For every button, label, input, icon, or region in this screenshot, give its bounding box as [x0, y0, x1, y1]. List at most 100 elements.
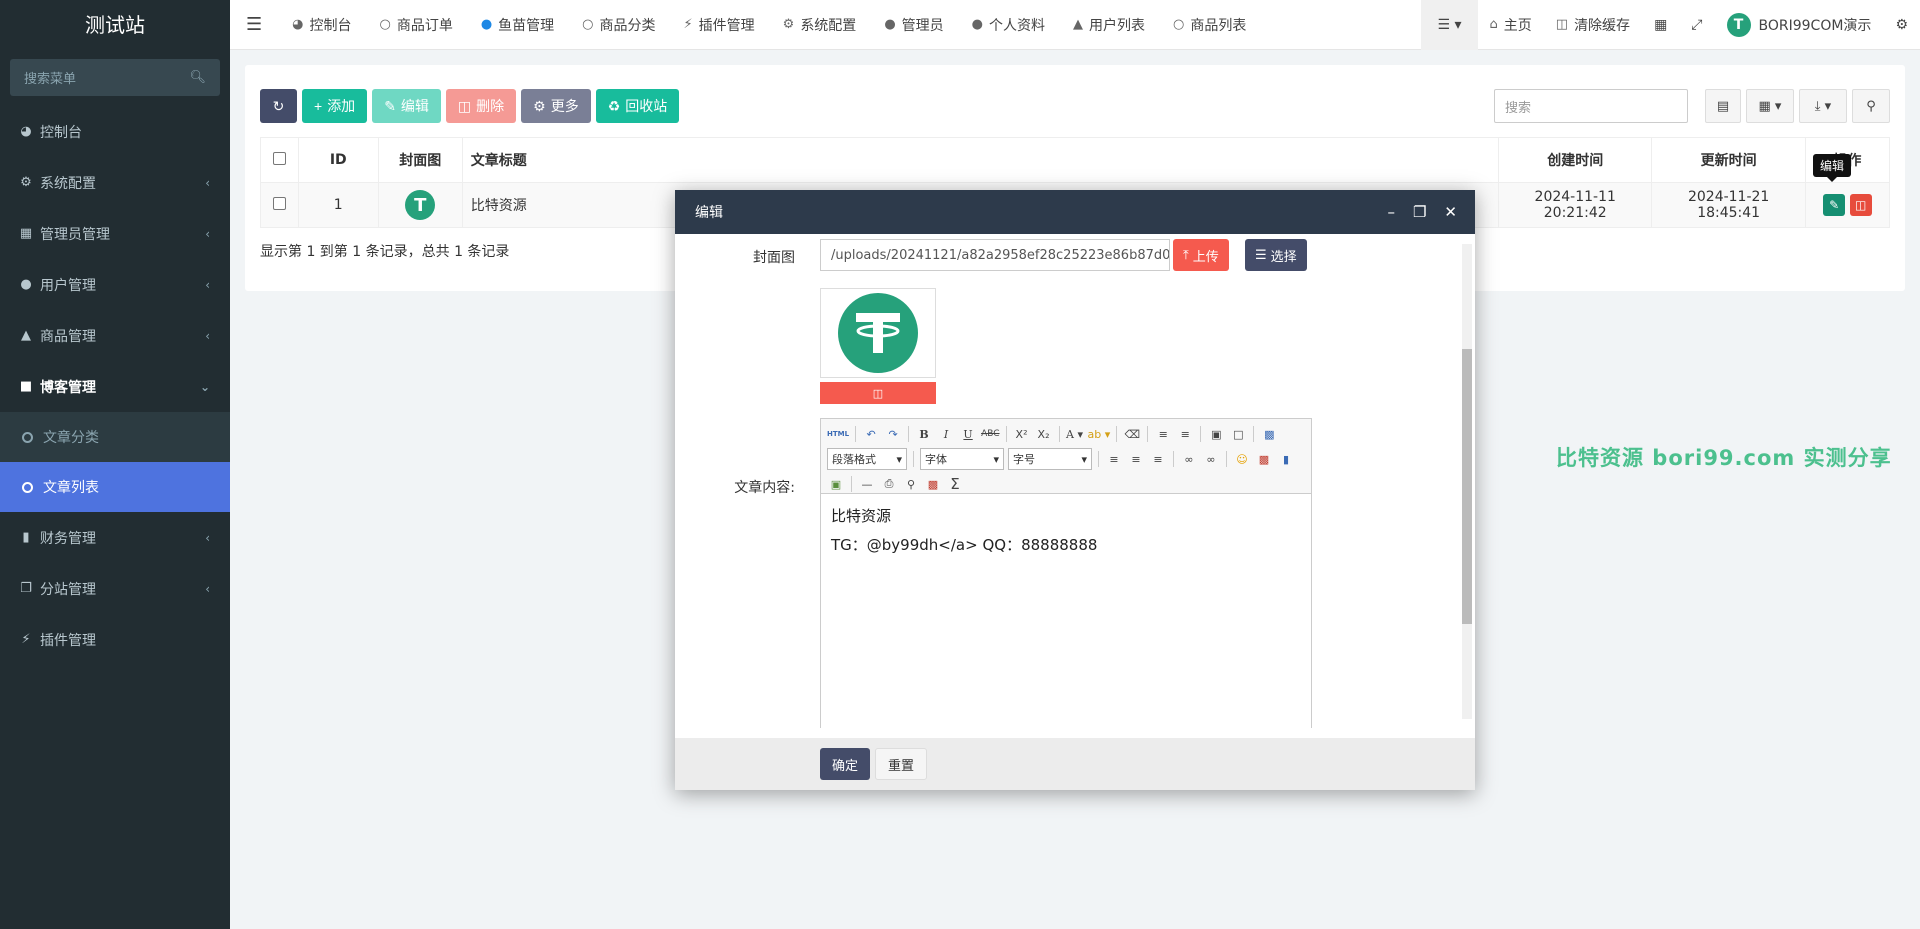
ordered-list-icon[interactable]: ≡	[1154, 425, 1172, 443]
edit-button[interactable]: ✎ 编辑	[372, 89, 441, 123]
translate-icon[interactable]: ▦	[1642, 0, 1679, 50]
sidebar-item-plugins[interactable]: ⚡ 插件管理	[0, 614, 230, 665]
eraser-icon[interactable]: ⌫	[1123, 425, 1141, 443]
topnav-dashboard[interactable]: ◕ 控制台	[278, 0, 365, 50]
font-color-icon[interactable]: A ▾	[1066, 425, 1084, 443]
topnav-plugins[interactable]: ⚡ 插件管理	[670, 0, 769, 50]
underline-icon[interactable]: U	[959, 425, 977, 443]
refresh-button[interactable]: ↻	[260, 89, 297, 123]
user-menu[interactable]: T BORI99COM演示	[1715, 0, 1884, 50]
tether-logo-icon[interactable]: T	[405, 190, 436, 220]
cover-path-input[interactable]: /uploads/20241121/a82a2958ef28c25223e86b…	[820, 239, 1170, 271]
sidebar-item-admin[interactable]: ▦ 管理员管理 ‹	[0, 208, 230, 259]
select-all-icon[interactable]: ▣	[1207, 425, 1225, 443]
strikethrough-icon[interactable]: ABC	[981, 425, 999, 443]
reset-button[interactable]: 重置	[875, 748, 928, 780]
minimize-icon[interactable]: –	[1387, 203, 1395, 221]
align-left-icon[interactable]: ≡	[1105, 450, 1123, 468]
recycle-button[interactable]: ♻ 回收站	[595, 89, 680, 123]
paragraph-format-select[interactable]: 段落格式 ▾	[827, 448, 907, 470]
toggle-view-button[interactable]: ▤	[1705, 89, 1741, 123]
sidebar-item-users[interactable]: ● 用户管理 ‹	[0, 259, 230, 310]
row-checkbox[interactable]	[272, 196, 286, 210]
horizontal-rule-icon[interactable]: —	[858, 475, 876, 493]
video-icon[interactable]: ▮	[1277, 450, 1295, 468]
select-button[interactable]: ☰ 选择	[1245, 239, 1307, 271]
topnav-category[interactable]: ○ 商品分类	[568, 0, 669, 50]
insert-image-icon[interactable]: ▣	[827, 475, 845, 493]
sidebar-item-substation[interactable]: ❐ 分站管理 ‹	[0, 563, 230, 614]
remove-cover-button[interactable]: ◫	[820, 382, 936, 404]
hamburger-icon[interactable]: ☰	[230, 0, 278, 50]
modal-title: 编辑	[695, 205, 723, 221]
list-dropdown-icon[interactable]: ☰ ▾	[1421, 0, 1478, 50]
html-source-button[interactable]: HTML	[827, 425, 849, 443]
content-label: 文章内容:	[734, 480, 795, 496]
editor-content[interactable]: 比特资源 TG：@by99dh</a> QQ：88888888	[821, 494, 1311, 568]
topnav-orders[interactable]: ○ 商品订单	[365, 0, 466, 50]
superscript-icon[interactable]: X²	[1013, 425, 1031, 443]
redo-icon[interactable]: ↷	[884, 425, 902, 443]
topnav-goodslist[interactable]: ○ 商品列表	[1159, 0, 1260, 50]
sidebar-item-finance[interactable]: ▮ 财务管理 ‹	[0, 512, 230, 563]
row-edit-button[interactable]: ✎	[1823, 194, 1846, 216]
image-icon[interactable]: ▩	[1255, 450, 1273, 468]
unlink-icon[interactable]: ∞	[1202, 450, 1220, 468]
select-all-checkbox[interactable]	[272, 151, 286, 165]
font-family-select[interactable]: 字体 ▾	[920, 448, 1004, 470]
export-button[interactable]: ⤓ ▾	[1799, 89, 1847, 123]
subscript-icon[interactable]: X₂	[1035, 425, 1053, 443]
topnav-admin[interactable]: ● 管理员	[870, 0, 957, 50]
align-right-icon[interactable]: ≡	[1149, 450, 1167, 468]
cover-preview[interactable]	[820, 288, 936, 378]
emotion-icon[interactable]: ☺	[1233, 450, 1251, 468]
columns-button[interactable]: ▦ ▾	[1746, 89, 1794, 123]
unordered-list-icon[interactable]: ≡	[1176, 425, 1194, 443]
scroll-thumb[interactable]	[1462, 349, 1472, 624]
sidebar-item-system-config[interactable]: ⚙ 系统配置 ‹	[0, 157, 230, 208]
sidebar-item-label: 财务管理	[40, 530, 96, 547]
align-center-icon[interactable]: ≡	[1127, 450, 1145, 468]
font-size-select[interactable]: 字号 ▾	[1008, 448, 1092, 470]
topnav-userlist[interactable]: ▲ 用户列表	[1059, 0, 1159, 50]
topnav-system[interactable]: ⚙ 系统配置	[769, 0, 871, 50]
topnav-clear-cache[interactable]: ◫ 清除缓存	[1544, 0, 1642, 50]
close-icon[interactable]: ✕	[1444, 203, 1457, 221]
advanced-search-button[interactable]: ⚲	[1852, 89, 1890, 123]
site-logo[interactable]: 测试站	[0, 0, 230, 50]
upload-button[interactable]: ⤒ 上传	[1173, 239, 1229, 271]
modal-scrollbar[interactable]	[1462, 244, 1472, 719]
clear-doc-icon[interactable]: □	[1229, 425, 1247, 443]
template-icon[interactable]: ▩	[924, 475, 942, 493]
settings-gear-icon[interactable]: ⚙	[1883, 0, 1920, 50]
add-button[interactable]: + 添加	[302, 89, 368, 123]
link-icon[interactable]: ∞	[1180, 450, 1198, 468]
more-button[interactable]: ⚙ 更多	[521, 89, 591, 123]
preview-icon[interactable]: ▩	[1260, 425, 1278, 443]
col-updated[interactable]: 更新时间	[1651, 137, 1806, 183]
italic-icon[interactable]: I	[937, 425, 955, 443]
sidebar-subitem-article-category[interactable]: 文章分类	[0, 412, 230, 462]
sidebar-item-blog[interactable]: ■ 博客管理 ⌄	[0, 361, 230, 412]
sidebar-item-dashboard[interactable]: ◕ 控制台	[0, 106, 230, 157]
print-icon[interactable]: ⎙	[880, 475, 898, 493]
table-search-input[interactable]: 搜索	[1494, 89, 1688, 123]
confirm-button[interactable]: 确定	[820, 748, 871, 780]
topnav-fish[interactable]: ● 鱼苗管理	[467, 0, 568, 50]
undo-icon[interactable]: ↶	[862, 425, 880, 443]
sidebar-subitem-article-list[interactable]: 文章列表	[0, 462, 230, 512]
highlight-icon[interactable]: ab ▾	[1088, 425, 1111, 443]
col-created[interactable]: 创建时间	[1497, 137, 1653, 183]
fullscreen-icon[interactable]: ⤢	[1679, 0, 1714, 50]
sidebar-item-goods[interactable]: ▲ 商品管理 ‹	[0, 310, 230, 361]
topnav-profile[interactable]: ● 个人资料	[958, 0, 1059, 50]
maximize-icon[interactable]: ❐	[1413, 203, 1426, 221]
topnav-home[interactable]: ⌂ 主页	[1478, 0, 1544, 50]
formula-icon[interactable]: Σ	[946, 475, 964, 493]
delete-button[interactable]: ◫ 删除	[445, 89, 517, 123]
preview-zoom-icon[interactable]: ⚲	[902, 475, 920, 493]
col-id[interactable]: ID	[297, 137, 379, 183]
bold-icon[interactable]: B	[915, 425, 933, 443]
row-delete-button[interactable]: ◫	[1849, 194, 1872, 216]
menu-search-input[interactable]: 搜索菜单 🔍︎	[10, 59, 220, 96]
